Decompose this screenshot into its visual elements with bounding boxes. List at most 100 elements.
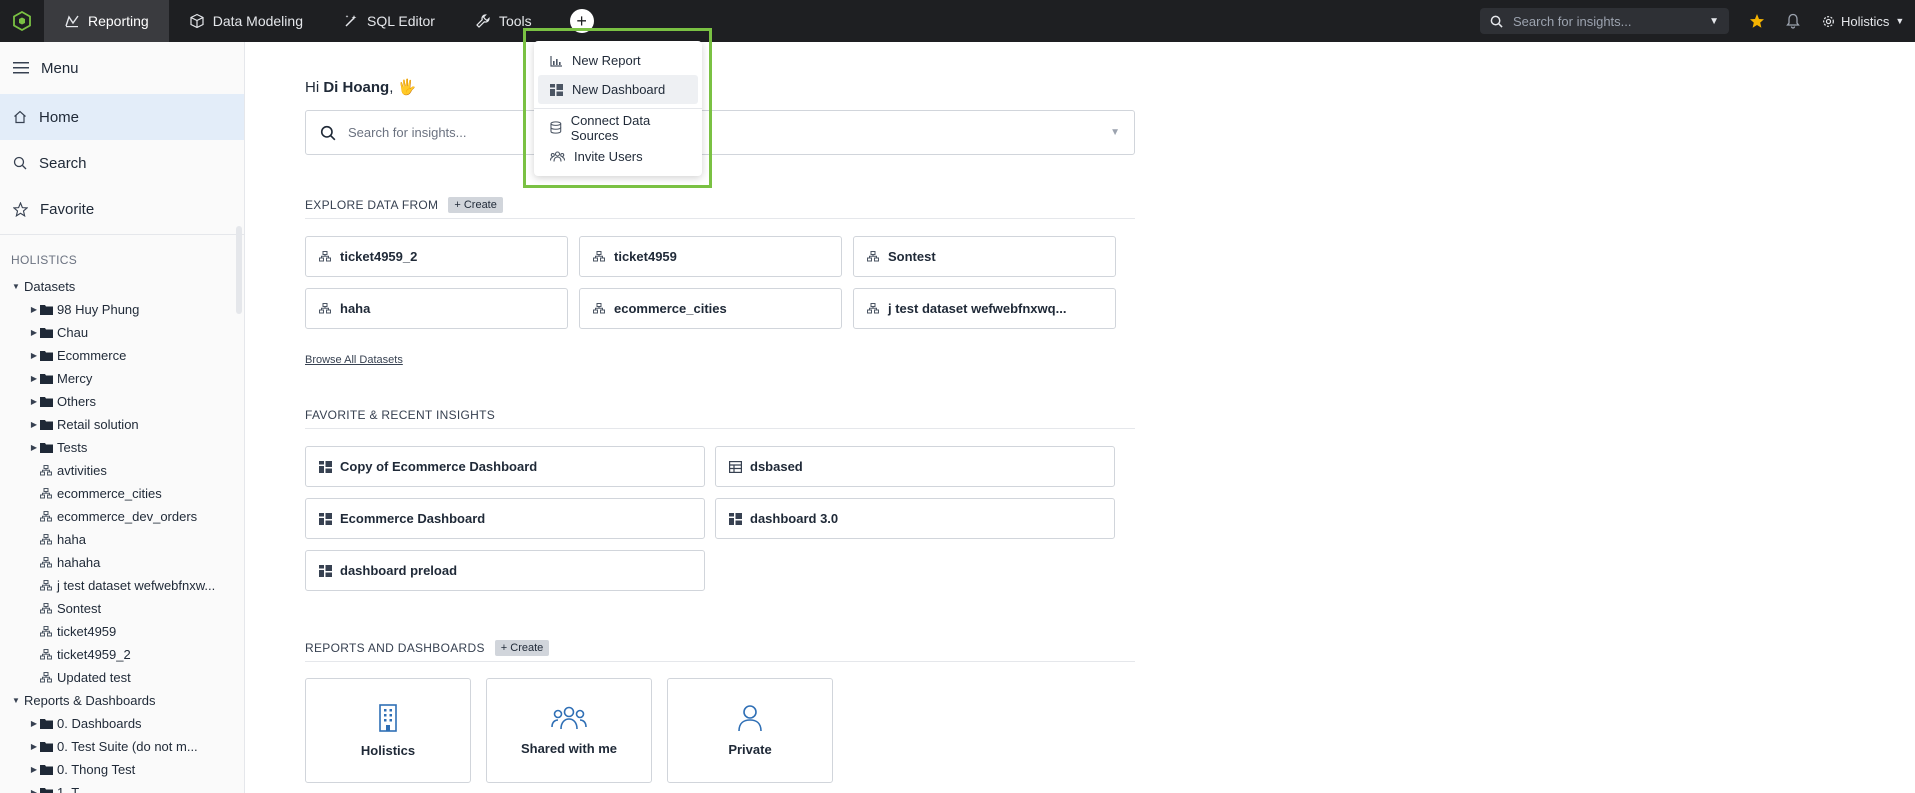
menu-item-new-report[interactable]: New Report	[538, 46, 698, 75]
tree-folder[interactable]: ▶ 0. Dashboards	[0, 712, 244, 735]
workspace-menu[interactable]: Holistics ▼	[1822, 0, 1904, 42]
insight-card[interactable]: dashboard 3.0	[715, 498, 1115, 539]
folder-icon	[39, 719, 53, 729]
tree-folder[interactable]: ▶ Mercy	[0, 367, 244, 390]
sidebar-tree: ▼ Datasets ▶ 98 Huy Phung ▶ Chau ▶ Ecommerce ▶ Me…	[0, 275, 244, 793]
tab-sql-editor[interactable]: SQL Editor	[323, 0, 455, 42]
menu-item-new-dashboard[interactable]: New Dashboard	[538, 75, 698, 104]
caret-right-icon[interactable]: ▶	[29, 742, 39, 751]
tab-label: Tools	[498, 13, 532, 29]
wrench-icon	[476, 14, 490, 28]
tree-item-label: ticket4959	[57, 624, 117, 639]
tree-dataset[interactable]: ticket4959_2	[0, 643, 244, 666]
explore-section-header: EXPLORE DATA FROM + Create	[305, 191, 1135, 219]
tree-dataset[interactable]: ecommerce_cities	[0, 482, 244, 505]
tab-tools[interactable]: Tools	[455, 0, 552, 42]
tree-dataset[interactable]: haha	[0, 528, 244, 551]
tree-item-label: Ecommerce	[57, 348, 127, 363]
insight-card[interactable]: dsbased	[715, 446, 1115, 487]
caret-right-icon[interactable]: ▶	[29, 765, 39, 774]
create-plus-button[interactable]: +	[569, 9, 594, 33]
chart-icon	[550, 55, 562, 67]
dataset-icon	[319, 303, 331, 314]
chevron-down-icon[interactable]: ▼	[1709, 16, 1719, 27]
caret-right-icon[interactable]: ▶	[29, 788, 39, 793]
caret-right-icon[interactable]: ▶	[29, 719, 39, 728]
holistics-logo[interactable]	[0, 0, 44, 42]
tree-item-icon	[39, 304, 53, 316]
tree-item-label: Updated test	[57, 670, 131, 685]
bell-icon[interactable]	[1784, 12, 1802, 30]
sidebar-scrollbar[interactable]	[236, 226, 242, 314]
dataset-card[interactable]: Sontest	[853, 236, 1116, 277]
insight-card[interactable]: dashboard preload	[305, 550, 705, 591]
sidebar-item-favorite[interactable]: Favorite	[0, 186, 244, 232]
caret-right-icon[interactable]: ▶	[29, 397, 39, 406]
caret-right-icon[interactable]: ▶	[29, 351, 39, 360]
tree-dataset[interactable]: ticket4959	[0, 620, 244, 643]
dataset-card[interactable]: ticket4959	[579, 236, 842, 277]
tree-dataset[interactable]: ecommerce_dev_orders	[0, 505, 244, 528]
tree-item-label: Datasets	[24, 279, 76, 294]
dashboard-icon	[318, 512, 332, 525]
main-search-box[interactable]: ▼	[305, 110, 1135, 155]
card-icon	[318, 460, 332, 474]
caret-down-icon[interactable]: ▼	[11, 696, 21, 705]
tree-folder[interactable]: ▶ 1. T	[0, 781, 244, 793]
insight-card[interactable]: Ecommerce Dashboard	[305, 498, 705, 539]
caret-right-icon[interactable]: ▶	[29, 420, 39, 429]
tree-folder[interactable]: ▶ Tests	[0, 436, 244, 459]
dataset-card[interactable]: ticket4959_2	[305, 236, 568, 277]
chevron-down-icon[interactable]: ▼	[1110, 127, 1120, 138]
tree-dataset[interactable]: hahaha	[0, 551, 244, 574]
caret-right-icon[interactable]: ▶	[29, 305, 39, 314]
tree-folder[interactable]: ▶ Retail solution	[0, 413, 244, 436]
dataset-card[interactable]: j test dataset wefwebfnxwq...	[853, 288, 1116, 329]
star-icon[interactable]	[1748, 12, 1766, 30]
tree-folder[interactable]: ▶ 98 Huy Phung	[0, 298, 244, 321]
folder-card-holistics[interactable]: Holistics	[305, 678, 471, 783]
section-label: HOLISTICS	[11, 253, 78, 267]
folder-card-shared-with-me[interactable]: Shared with me	[486, 678, 652, 783]
tree-dataset[interactable]: avtivities	[0, 459, 244, 482]
menu-toggle[interactable]: Menu	[0, 42, 244, 94]
caret-right-icon[interactable]: ▶	[29, 374, 39, 383]
caret-down-icon[interactable]: ▼	[11, 282, 21, 291]
dataset-icon	[593, 251, 605, 262]
tree-reports-root[interactable]: ▼ Reports & Dashboards	[0, 689, 244, 712]
tree-folder[interactable]: ▶ 0. Thong Test	[0, 758, 244, 781]
tree-dataset[interactable]: Updated test	[0, 666, 244, 689]
create-dataset-button[interactable]: + Create	[448, 196, 503, 213]
tab-reporting[interactable]: Reporting	[44, 0, 169, 42]
tree-folder[interactable]: ▶ Chau	[0, 321, 244, 344]
tree-folder[interactable]: ▶ Others	[0, 390, 244, 413]
sidebar-item-search[interactable]: Search	[0, 140, 244, 186]
tree-dataset[interactable]: Sontest	[0, 597, 244, 620]
tab-data-modeling[interactable]: Data Modeling	[169, 0, 323, 42]
tree-dataset[interactable]: j test dataset wefwebfnxw...	[0, 574, 244, 597]
top-search-box[interactable]: ▼	[1480, 8, 1729, 34]
folder-card-private[interactable]: Private	[667, 678, 833, 783]
tab-label: SQL Editor	[366, 13, 435, 29]
dataset-icon	[40, 580, 52, 591]
sidebar-item-home[interactable]: Home	[0, 94, 244, 140]
caret-right-icon[interactable]: ▶	[29, 328, 39, 337]
caret-right-icon[interactable]: ▶	[29, 443, 39, 452]
folder-icon	[39, 305, 53, 315]
dataset-card[interactable]: ecommerce_cities	[579, 288, 842, 329]
tree-item-label: 0. Test Suite (do not m...	[57, 739, 198, 754]
create-report-button[interactable]: + Create	[494, 639, 550, 656]
tree-item-icon	[39, 396, 53, 408]
dataset-icon	[40, 603, 52, 614]
top-search-input[interactable]	[1513, 13, 1693, 29]
browse-all-datasets-link[interactable]: Browse All Datasets	[305, 354, 403, 366]
greeting-prefix: Hi	[305, 79, 324, 96]
menu-item-connect-data-sources[interactable]: Connect Data Sources	[538, 113, 698, 143]
tree-folder[interactable]: ▶ Ecommerce	[0, 344, 244, 367]
dataset-card[interactable]: haha	[305, 288, 568, 329]
insight-card[interactable]: Copy of Ecommerce Dashboard	[305, 446, 705, 487]
tree-datasets-root[interactable]: ▼ Datasets	[0, 275, 244, 298]
menu-item-invite-users[interactable]: Invite Users	[538, 142, 698, 171]
card-icon	[318, 250, 332, 264]
tree-folder[interactable]: ▶ 0. Test Suite (do not m...	[0, 735, 244, 758]
